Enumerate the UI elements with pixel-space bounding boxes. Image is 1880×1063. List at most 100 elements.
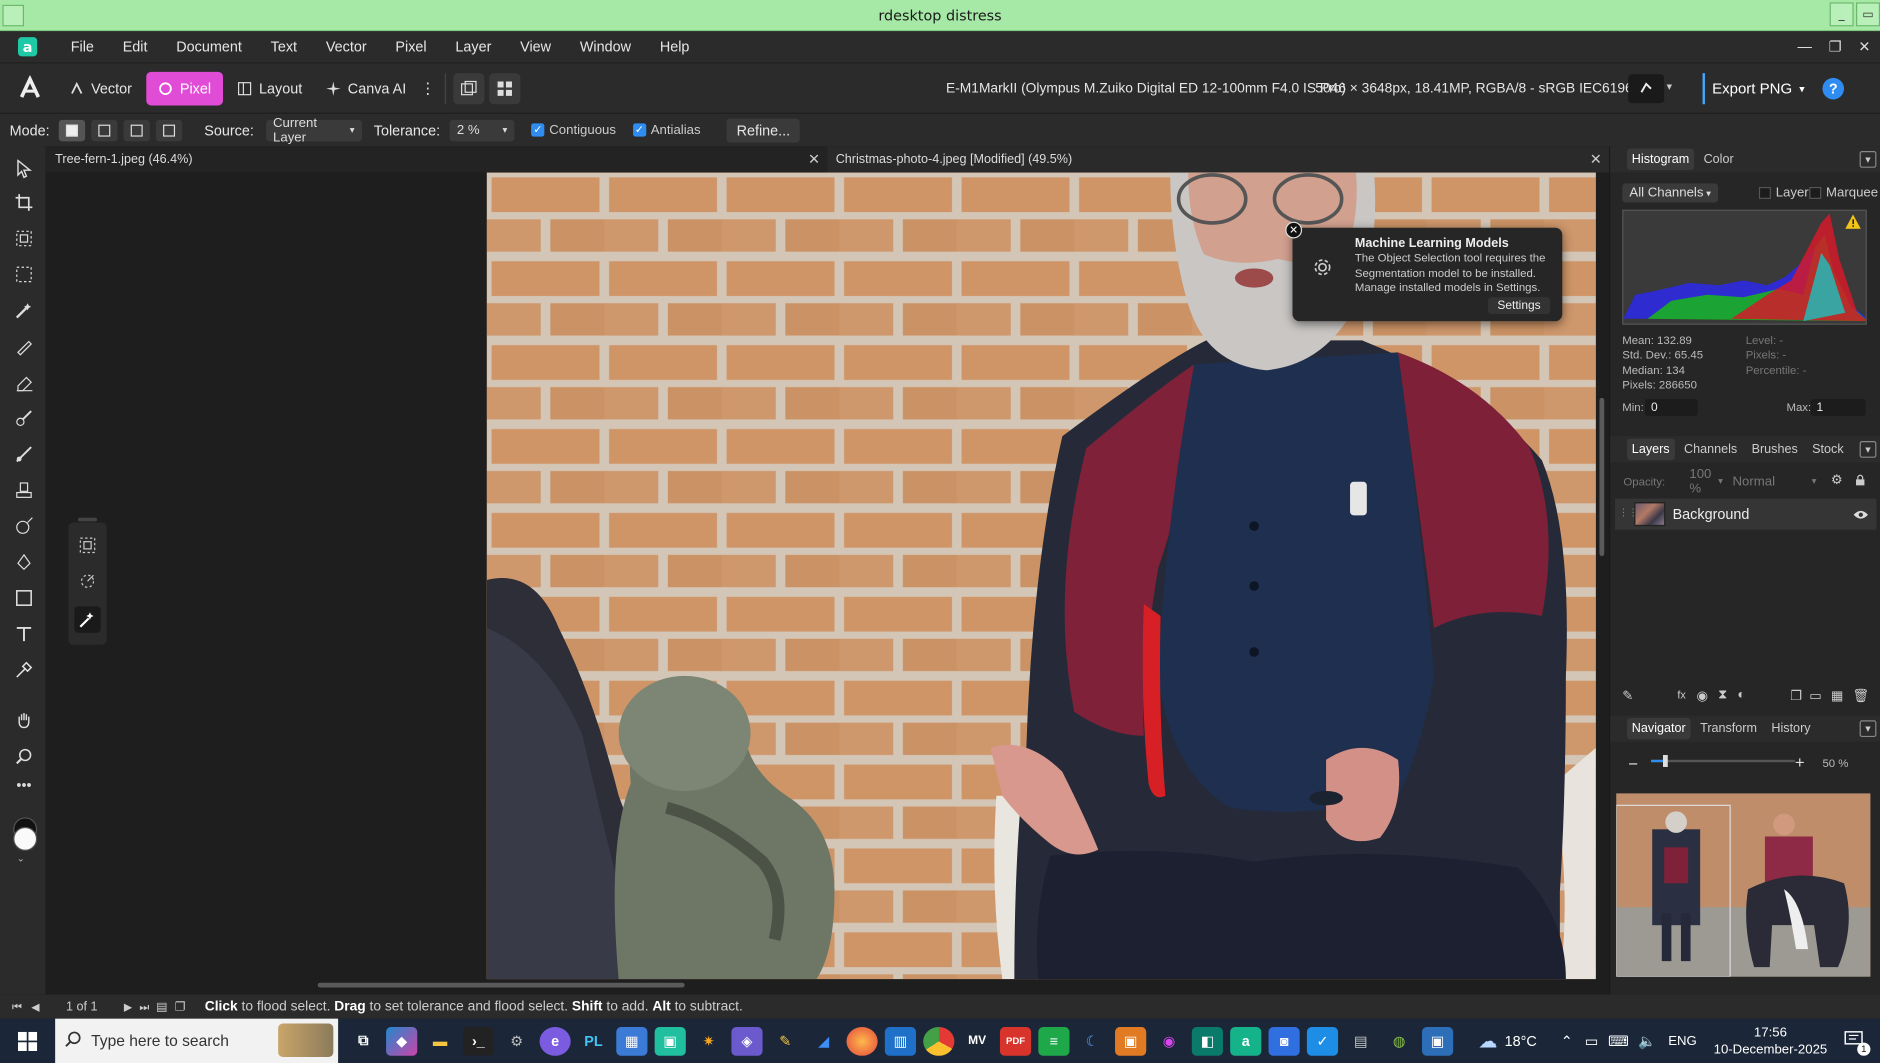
tab-navigator[interactable]: Navigator xyxy=(1627,717,1691,740)
dodge-tool-icon[interactable] xyxy=(11,405,37,431)
flood-select-subtool-icon[interactable] xyxy=(74,606,101,633)
assistant-icon[interactable] xyxy=(452,72,485,104)
marquee-checkbox[interactable]: Marquee xyxy=(1809,186,1878,200)
smudge-tool-icon[interactable] xyxy=(11,441,37,467)
pixel-layer-icon[interactable]: ▦ xyxy=(1831,687,1843,702)
menu-file[interactable]: File xyxy=(56,38,108,55)
navigator-thumbnail[interactable] xyxy=(1616,793,1871,977)
maximize-icon[interactable]: ▭ xyxy=(1856,2,1880,27)
tab-layers[interactable]: Layers xyxy=(1627,438,1675,461)
menu-view[interactable]: View xyxy=(506,38,566,55)
chevron-down-icon[interactable]: ▾ xyxy=(1859,720,1877,738)
horizontal-scrollbar[interactable] xyxy=(317,982,685,988)
color-picker-tool-icon[interactable] xyxy=(11,657,37,683)
lock-icon[interactable] xyxy=(1855,472,1866,490)
pen-tool-icon[interactable] xyxy=(11,549,37,575)
tray-icon-1[interactable]: ▭ xyxy=(1585,1032,1599,1049)
tab-history[interactable]: History xyxy=(1767,718,1816,740)
firefox-icon[interactable] xyxy=(846,1026,878,1056)
eye-icon[interactable] xyxy=(1852,506,1869,523)
background-color-swatch[interactable] xyxy=(13,826,38,851)
app-icon-2[interactable]: e xyxy=(539,1026,571,1056)
text-tool-icon[interactable] xyxy=(11,621,37,647)
window-menu-icon[interactable] xyxy=(2,4,24,27)
export-png-button[interactable]: Export PNG ▾ xyxy=(1702,73,1812,105)
source-select[interactable]: Current Layer ▾ xyxy=(265,116,362,144)
persona-vector-button[interactable]: Vector xyxy=(58,71,144,105)
tab-color[interactable]: Color xyxy=(1699,149,1739,171)
folder-icon[interactable]: ▭ xyxy=(1809,687,1821,702)
app-icon-15[interactable]: ◧ xyxy=(1191,1026,1223,1056)
menu-edit[interactable]: Edit xyxy=(108,38,162,55)
sync-icon[interactable] xyxy=(1628,74,1665,104)
mode-subtract-button[interactable] xyxy=(123,119,151,141)
app-icon-20[interactable]: ▣ xyxy=(1421,1026,1454,1056)
menu-layer[interactable]: Layer xyxy=(441,38,506,55)
min-input[interactable]: 0 xyxy=(1645,399,1698,416)
export-dropdown-icon[interactable]: ▾ xyxy=(1799,82,1804,95)
shape-tool-icon[interactable] xyxy=(11,585,37,611)
app-icon-9[interactable]: ▥ xyxy=(884,1026,917,1056)
group-icon[interactable]: ❐ xyxy=(1790,687,1802,702)
vertical-scrollbar[interactable] xyxy=(1599,397,1605,557)
chevron-down-icon[interactable]: ▾ xyxy=(1859,441,1877,458)
clone-tool-icon[interactable] xyxy=(11,477,37,503)
app-icon-8[interactable]: ◢ xyxy=(808,1026,839,1055)
tab-stock[interactable]: Stock xyxy=(1807,439,1848,461)
retouch-tool-icon[interactable] xyxy=(11,513,37,539)
chevron-down-icon[interactable]: ▾ xyxy=(1859,151,1877,168)
tab-histogram[interactable]: Histogram xyxy=(1627,148,1694,171)
tab-channels[interactable]: Channels xyxy=(1679,439,1742,461)
edit-layer-icon[interactable]: ✎ xyxy=(1622,687,1633,702)
app-icon-18[interactable]: ▤ xyxy=(1345,1026,1376,1055)
language-indicator[interactable]: ENG xyxy=(1668,1034,1697,1048)
layer-settings-gear-icon[interactable]: ⚙ xyxy=(1831,472,1843,487)
app-icon-10[interactable]: MV xyxy=(962,1026,993,1055)
prev-page-icon[interactable]: ◀ xyxy=(31,1000,39,1013)
marquee-tool-icon[interactable] xyxy=(11,261,37,287)
last-page-icon[interactable]: ⏭ xyxy=(139,1000,149,1013)
flyout-handle[interactable] xyxy=(77,517,98,522)
app-icon-pl[interactable]: PL xyxy=(578,1026,609,1055)
antialias-checkbox[interactable]: ✓ Antialias xyxy=(632,123,701,137)
zoom-out-icon[interactable]: − xyxy=(1628,754,1638,773)
weather-temp[interactable]: 18°C xyxy=(1505,1032,1537,1049)
first-page-icon[interactable]: ⏮ xyxy=(12,1000,22,1013)
app-icon-11[interactable]: ≡ xyxy=(1038,1026,1070,1056)
fx-icon[interactable]: fx xyxy=(1677,689,1685,701)
blend-mode-select[interactable]: Normal ▾ xyxy=(1725,472,1823,490)
network-icon[interactable]: ⌨ xyxy=(1608,1032,1629,1049)
close-tab-icon[interactable]: ✕ xyxy=(1590,151,1602,168)
selection-brush-subtool-icon[interactable] xyxy=(74,568,100,594)
affinity-taskbar-icon[interactable]: a xyxy=(1230,1026,1262,1056)
layer-row-background[interactable]: ⋮⋮ Background xyxy=(1615,498,1877,530)
trash-icon[interactable]: 🗑 xyxy=(1852,687,1869,702)
adjustment-icon[interactable]: ⧗ xyxy=(1718,687,1727,703)
notification-icon[interactable]: 1 xyxy=(1844,1031,1871,1056)
close-icon[interactable]: ✕ xyxy=(1285,221,1303,239)
terminal-icon[interactable]: ›_ xyxy=(462,1026,494,1056)
live-filter-icon[interactable]: ◐ xyxy=(1737,688,1745,702)
menu-text[interactable]: Text xyxy=(256,38,311,55)
channel-select[interactable]: All Channels ▾ xyxy=(1622,183,1719,203)
minimize-icon[interactable]: _ xyxy=(1829,2,1854,27)
tab-christmas-photo[interactable]: Christmas-photo-4.jpeg [Modified] (49.5%… xyxy=(827,146,1610,173)
menu-help[interactable]: Help xyxy=(645,38,703,55)
volume-icon[interactable]: 🔈 xyxy=(1638,1032,1656,1049)
app-icon-5[interactable]: ✷ xyxy=(693,1026,724,1055)
taskbar-search[interactable]: Type here to search xyxy=(55,1018,339,1063)
task-view-icon[interactable]: ⧉ xyxy=(348,1026,379,1055)
chevron-up-icon[interactable]: ⌃ xyxy=(1561,1032,1573,1049)
sync-dropdown-icon[interactable]: ▾ xyxy=(1667,80,1672,93)
pdf-icon[interactable]: PDF xyxy=(999,1026,1032,1056)
drag-handle-icon[interactable]: ⋮⋮ xyxy=(1619,507,1638,518)
opacity-select[interactable]: 100 % ▾ xyxy=(1682,467,1730,496)
hand-tool-icon[interactable] xyxy=(11,707,37,733)
app-icon-14[interactable]: ◉ xyxy=(1153,1026,1184,1055)
app-icon-3[interactable]: ▦ xyxy=(616,1026,648,1056)
tab-brushes[interactable]: Brushes xyxy=(1747,439,1803,461)
close-tab-icon[interactable]: ✕ xyxy=(808,151,820,168)
app-icon-1[interactable]: ⚙ xyxy=(501,1026,532,1055)
zoom-slider[interactable] xyxy=(1650,755,1795,768)
chrome-icon[interactable] xyxy=(923,1026,955,1056)
